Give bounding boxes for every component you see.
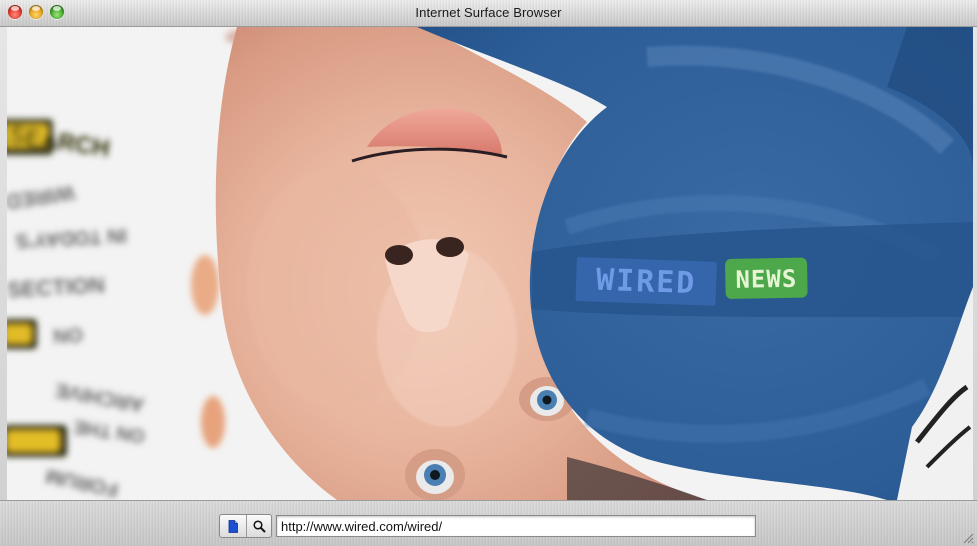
logo-news-badge: NEWS xyxy=(735,265,797,294)
search-button[interactable] xyxy=(246,515,272,537)
logo-wired-text: WIRED xyxy=(595,263,696,301)
document-icon xyxy=(228,519,238,533)
browser-window: Internet Surface Browser SEARCH WIRED IN… xyxy=(0,0,977,546)
menu-item-4: ON xyxy=(52,323,83,347)
page-content-viewport[interactable]: SEARCH WIRED IN TODAY'S SECTION ON ARCHI… xyxy=(7,27,973,500)
resize-grip-icon[interactable] xyxy=(962,532,974,544)
bottom-toolbar xyxy=(0,500,977,546)
nav-button-group xyxy=(219,514,272,538)
page-button[interactable] xyxy=(220,515,247,537)
menu-item-3: SECTION xyxy=(7,272,105,302)
magnifier-icon xyxy=(252,519,266,533)
window-title: Internet Surface Browser xyxy=(415,5,562,20)
title-bar[interactable]: Internet Surface Browser xyxy=(0,0,977,27)
url-input[interactable] xyxy=(276,515,756,537)
distorted-page-render: SEARCH WIRED IN TODAY'S SECTION ON ARCHI… xyxy=(7,27,973,500)
